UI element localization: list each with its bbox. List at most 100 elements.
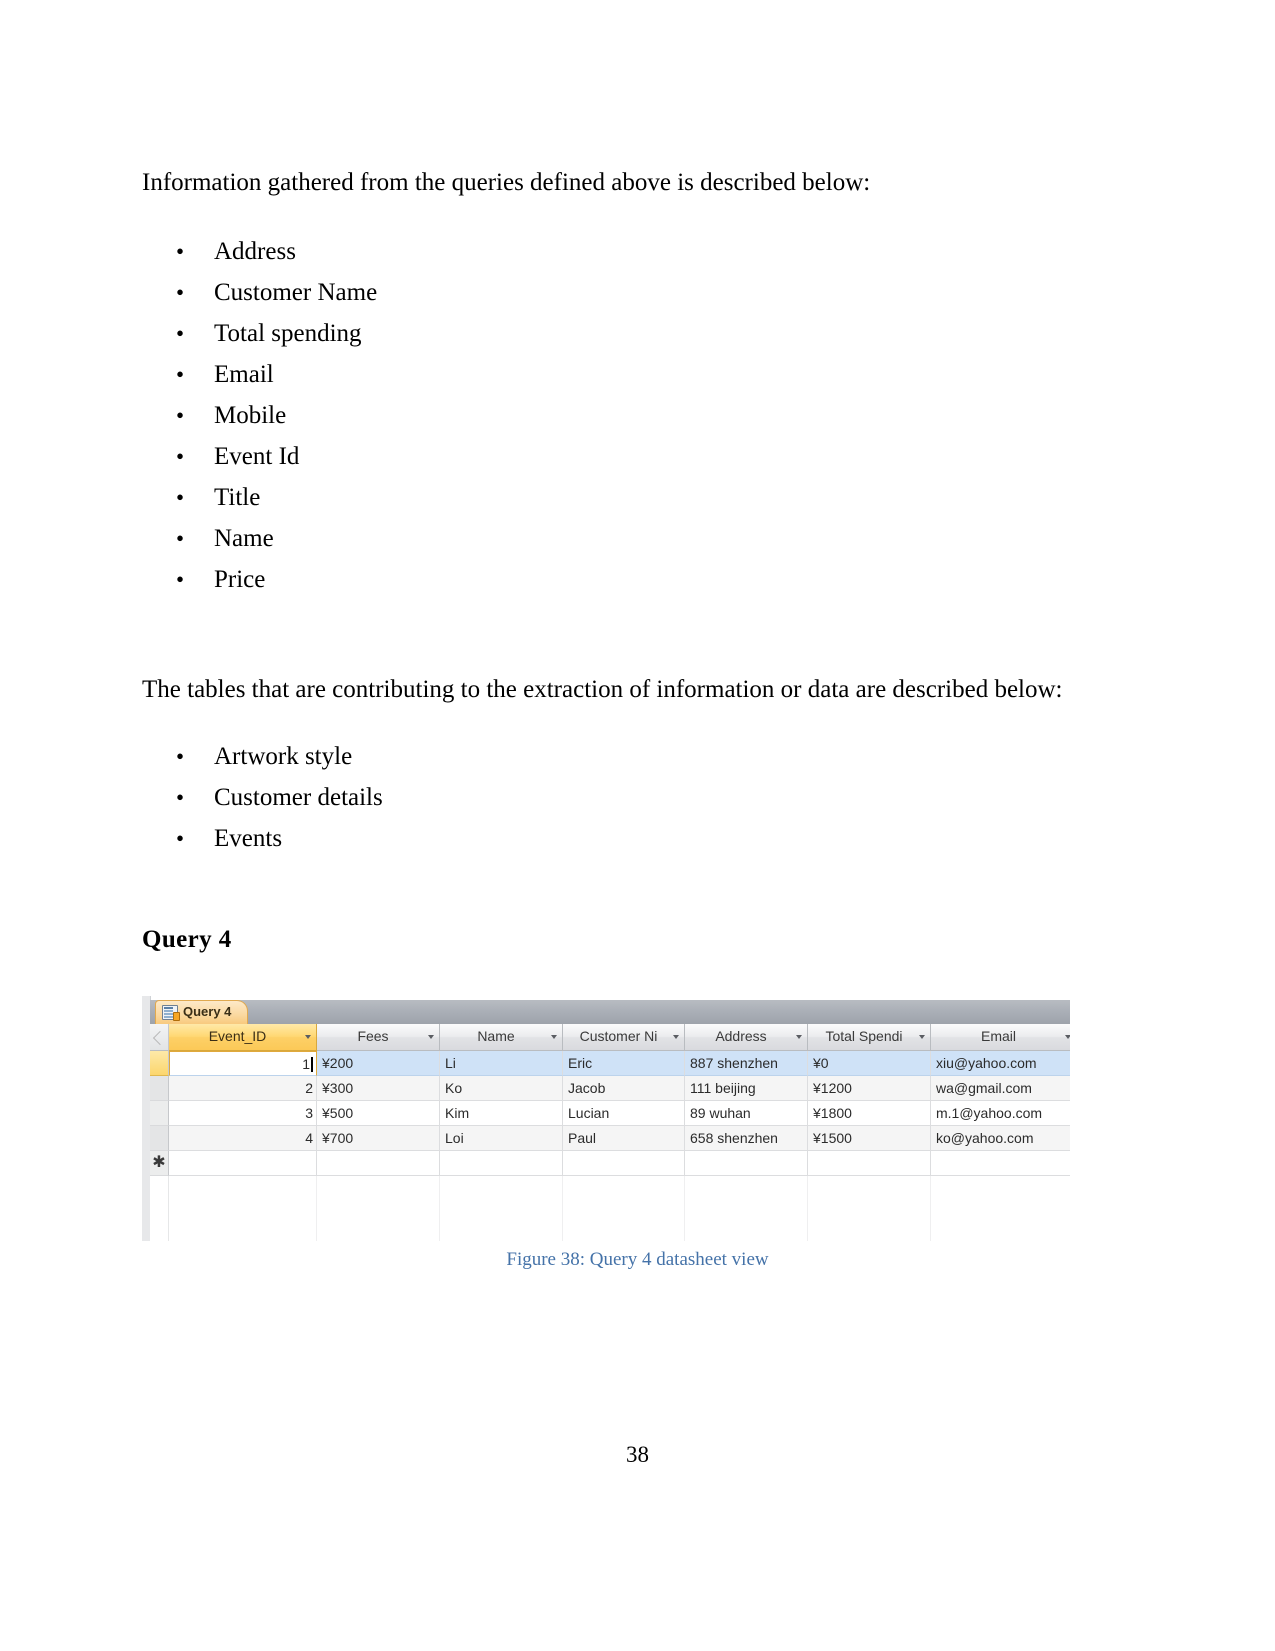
cell-fees[interactable]: ¥300 xyxy=(317,1076,440,1101)
cell-total-spending-new[interactable] xyxy=(808,1151,931,1176)
tab-label: Query 4 xyxy=(183,1004,232,1019)
cell-name-new[interactable] xyxy=(440,1151,563,1176)
column-header-fees[interactable]: Fees xyxy=(317,1024,440,1051)
list-item: Customer Name xyxy=(176,272,377,313)
new-record-marker[interactable]: ✱ xyxy=(150,1151,169,1176)
chevron-down-icon[interactable] xyxy=(305,1035,311,1039)
cell-name[interactable]: Li xyxy=(440,1051,563,1076)
chevron-down-icon[interactable] xyxy=(673,1035,679,1039)
empty-cell xyxy=(169,1226,317,1241)
row-selector-empty xyxy=(150,1201,169,1226)
cell-event-id[interactable]: 4 xyxy=(169,1126,317,1151)
cell-fees[interactable]: ¥200 xyxy=(317,1051,440,1076)
empty-cell xyxy=(685,1201,808,1226)
document-page: Information gathered from the queries de… xyxy=(0,0,1275,1651)
figure-caption: Figure 38: Query 4 datasheet view xyxy=(506,1249,769,1270)
cell-fees[interactable]: ¥700 xyxy=(317,1126,440,1151)
cell-total-spending[interactable]: ¥1800 xyxy=(808,1101,931,1126)
cell-email[interactable]: m.1@yahoo.com xyxy=(931,1101,1070,1126)
document-tab-strip: Query 4 xyxy=(150,1000,1070,1025)
table-row[interactable]: 3 ¥500 Kim Lucian 89 wuhan ¥1800 m.1@yah… xyxy=(150,1101,1070,1126)
list-item: Mobile xyxy=(176,395,377,436)
cell-address[interactable]: 111 beijing xyxy=(685,1076,808,1101)
cell-address-new[interactable] xyxy=(685,1151,808,1176)
cell-address[interactable]: 658 shenzhen xyxy=(685,1126,808,1151)
empty-cell xyxy=(169,1176,317,1201)
empty-cell xyxy=(440,1176,563,1201)
intro-paragraph-tables: The tables that are contributing to the … xyxy=(142,676,1063,703)
cell-address[interactable]: 887 shenzhen xyxy=(685,1051,808,1076)
column-header-label: Fees xyxy=(357,1028,389,1044)
list-item: Artwork style xyxy=(176,736,383,777)
tables-bullet-list: Artwork style Customer details Events xyxy=(176,736,383,859)
cell-customer-name[interactable]: Jacob xyxy=(563,1076,685,1101)
cell-total-spending[interactable]: ¥0 xyxy=(808,1051,931,1076)
column-header-total-spending[interactable]: Total Spendi xyxy=(808,1024,931,1051)
cell-customer-name[interactable]: Lucian xyxy=(563,1101,685,1126)
cell-total-spending[interactable]: ¥1200 xyxy=(808,1076,931,1101)
column-header-label: Event_ID xyxy=(208,1028,267,1044)
datasheet-header-row: Event_ID Fees Name Customer Ni Address T… xyxy=(150,1024,1070,1051)
cell-email[interactable]: wa@gmail.com xyxy=(931,1076,1070,1101)
table-row[interactable]: 1 ¥200 Li Eric 887 shenzhen ¥0 xiu@yahoo… xyxy=(150,1051,1070,1076)
column-header-customer-name[interactable]: Customer Ni xyxy=(563,1024,685,1051)
text-cursor xyxy=(311,1057,313,1072)
cell-fees[interactable]: ¥500 xyxy=(317,1101,440,1126)
cell-event-id[interactable]: 3 xyxy=(169,1101,317,1126)
select-all-corner[interactable] xyxy=(150,1024,169,1051)
cell-email-new[interactable] xyxy=(931,1151,1070,1176)
empty-cell xyxy=(317,1226,440,1241)
column-header-label: Customer Ni xyxy=(579,1028,658,1044)
empty-cell xyxy=(808,1226,931,1241)
cell-customer-name[interactable]: Eric xyxy=(563,1051,685,1076)
empty-grid-row xyxy=(150,1201,1070,1226)
row-selector-empty xyxy=(150,1226,169,1241)
cell-email[interactable]: xiu@yahoo.com xyxy=(931,1051,1070,1076)
cell-customer-name[interactable]: Paul xyxy=(563,1126,685,1151)
cell-email[interactable]: ko@yahoo.com xyxy=(931,1126,1070,1151)
empty-grid-row xyxy=(150,1176,1070,1201)
list-item: Email xyxy=(176,354,377,395)
section-heading-query-4: Query 4 xyxy=(142,925,232,953)
cell-name[interactable]: Ko xyxy=(440,1076,563,1101)
cell-name[interactable]: Kim xyxy=(440,1101,563,1126)
access-datasheet-window: Query 4 Event_ID Fees Name Customer Ni A… xyxy=(142,996,1070,1241)
cell-fees-new[interactable] xyxy=(317,1151,440,1176)
cell-event-id-new[interactable] xyxy=(169,1151,317,1176)
column-header-email[interactable]: Email xyxy=(931,1024,1070,1051)
cell-customer-name-new[interactable] xyxy=(563,1151,685,1176)
cell-total-spending[interactable]: ¥1500 xyxy=(808,1126,931,1151)
chevron-down-icon[interactable] xyxy=(796,1035,802,1039)
table-row[interactable]: 2 ¥300 Ko Jacob 111 beijing ¥1200 wa@gma… xyxy=(150,1076,1070,1101)
empty-cell xyxy=(931,1176,1070,1201)
cell-event-id[interactable]: 2 xyxy=(169,1076,317,1101)
list-item: Name xyxy=(176,518,377,559)
cell-address[interactable]: 89 wuhan xyxy=(685,1101,808,1126)
column-header-label: Email xyxy=(980,1028,1016,1044)
cell-name[interactable]: Loi xyxy=(440,1126,563,1151)
row-selector[interactable] xyxy=(150,1101,169,1126)
chevron-down-icon[interactable] xyxy=(428,1035,434,1039)
new-record-row[interactable]: ✱ xyxy=(150,1151,1070,1176)
row-selector[interactable] xyxy=(150,1126,169,1151)
list-item: Title xyxy=(176,477,377,518)
column-header-name[interactable]: Name xyxy=(440,1024,563,1051)
column-header-label: Total Spendi xyxy=(825,1028,903,1044)
column-header-event-id[interactable]: Event_ID xyxy=(169,1024,317,1051)
row-selector[interactable] xyxy=(150,1051,169,1076)
row-selector[interactable] xyxy=(150,1076,169,1101)
table-row[interactable]: 4 ¥700 Loi Paul 658 shenzhen ¥1500 ko@ya… xyxy=(150,1126,1070,1151)
chevron-down-icon[interactable] xyxy=(919,1035,925,1039)
column-header-address[interactable]: Address xyxy=(685,1024,808,1051)
chevron-down-icon[interactable] xyxy=(1065,1035,1070,1039)
empty-grid-row xyxy=(150,1226,1070,1241)
list-item: Total spending xyxy=(176,313,377,354)
column-header-label: Name xyxy=(477,1028,515,1044)
cell-event-id[interactable]: 1 xyxy=(169,1051,317,1076)
intro-paragraph-queries: Information gathered from the queries de… xyxy=(142,169,871,196)
query-datasheet-icon xyxy=(162,1005,180,1021)
tab-query-4[interactable]: Query 4 xyxy=(155,1000,249,1024)
datasheet-grid[interactable]: Event_ID Fees Name Customer Ni Address T… xyxy=(150,1024,1070,1241)
chevron-down-icon[interactable] xyxy=(551,1035,557,1039)
empty-cell xyxy=(440,1226,563,1241)
